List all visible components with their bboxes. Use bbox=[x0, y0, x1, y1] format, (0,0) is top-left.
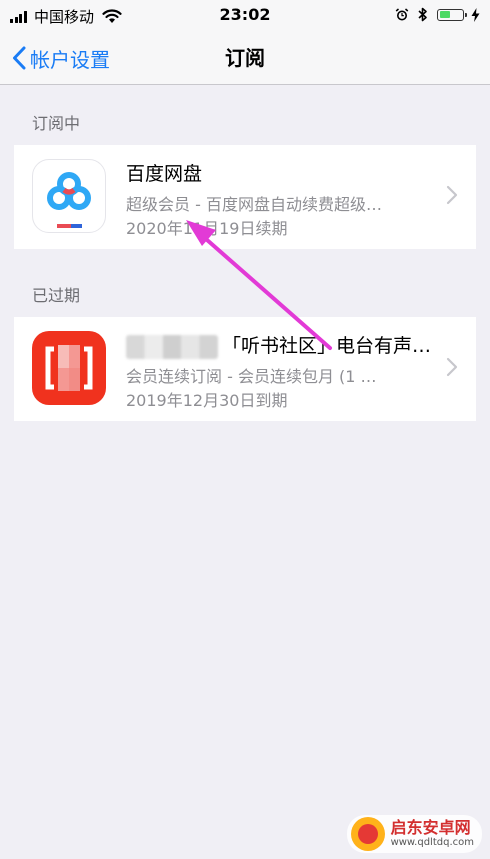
charging-icon bbox=[471, 7, 480, 22]
section-header-active: 订阅中 bbox=[32, 114, 81, 133]
back-label: 帐户设置 bbox=[30, 47, 110, 72]
battery-icon bbox=[437, 8, 467, 21]
status-bar: 中国移动 23:02 bbox=[0, 0, 490, 32]
watermark-url: www.qdltdq.com bbox=[390, 837, 474, 848]
chevron-left-icon bbox=[13, 46, 26, 70]
navigation-bar: 帐户设置 订阅 bbox=[0, 32, 490, 85]
site-watermark: 启东安卓网 www.qdltdq.com bbox=[346, 815, 482, 853]
bluetooth-icon bbox=[418, 7, 427, 22]
subscription-subtitle: 会员连续订阅 - 会员连续包月 (1 … bbox=[126, 367, 377, 386]
watermark-name: 启东安卓网 bbox=[390, 818, 471, 837]
subscription-subtitle: 超级会员 - 百度网盘自动续费超级… bbox=[126, 195, 382, 214]
baidu-netdisk-app-icon bbox=[32, 159, 106, 233]
alarm-icon bbox=[395, 7, 409, 20]
subscription-title: 百度网盘 bbox=[126, 163, 203, 185]
subscription-date: 2019年12月30日到期 bbox=[126, 391, 288, 410]
subscription-row-baidu[interactable]: 百度网盘 超级会员 - 百度网盘自动续费超级… 2020年11月19日续期 bbox=[14, 145, 476, 249]
section-header-expired: 已过期 bbox=[32, 286, 81, 305]
subscription-date: 2020年11月19日续期 bbox=[126, 219, 288, 238]
battery-level bbox=[439, 11, 451, 18]
chevron-right-icon bbox=[446, 357, 458, 377]
subscription-title: 「听书社区」电台有声… bbox=[126, 331, 431, 359]
subscription-row-tingshu[interactable]: 「听书社区」电台有声… 会员连续订阅 - 会员连续包月 (1 … 2019年12… bbox=[14, 317, 476, 421]
status-right bbox=[395, 7, 480, 22]
tingshu-app-icon bbox=[32, 331, 106, 405]
watermark-logo-icon bbox=[350, 817, 385, 851]
blurred-name bbox=[126, 334, 218, 359]
chevron-right-icon bbox=[446, 185, 458, 205]
back-button[interactable]: 帐户设置 bbox=[12, 32, 110, 84]
